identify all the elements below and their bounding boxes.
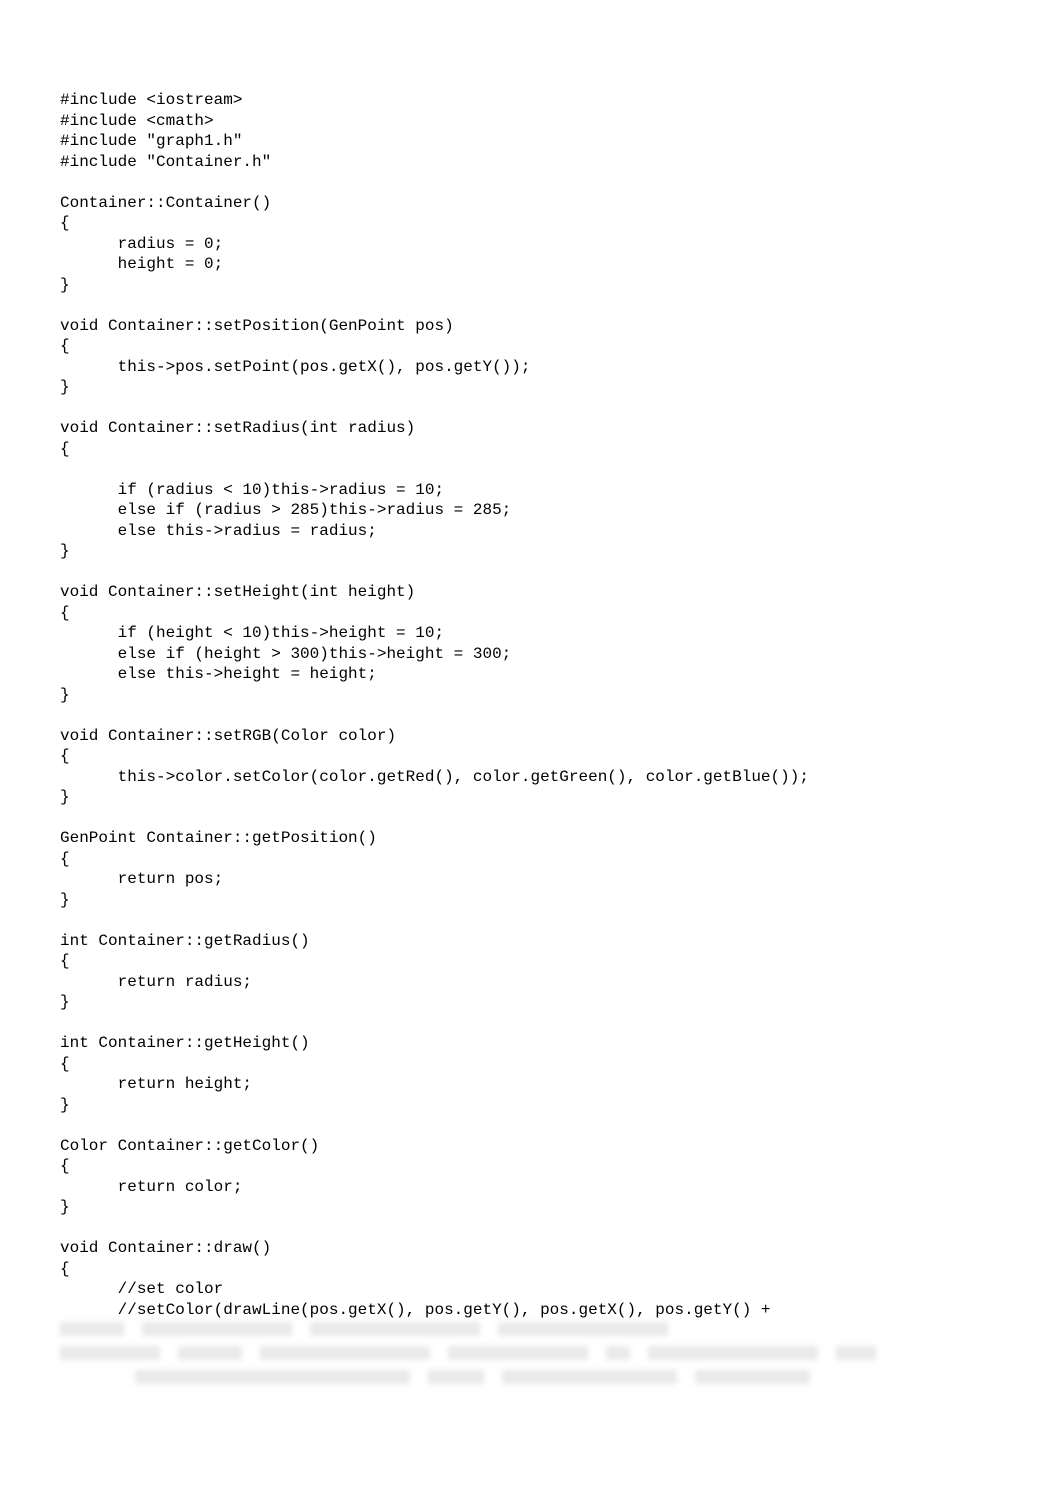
source-code-block: #include <iostream> #include <cmath> #in… [60,90,1002,1320]
document-page: #include <iostream> #include <cmath> #in… [0,0,1062,1506]
obscured-line [60,1370,1002,1384]
obscured-content [60,1320,1002,1384]
obscured-line [60,1346,1002,1360]
obscured-line [60,1322,1002,1336]
